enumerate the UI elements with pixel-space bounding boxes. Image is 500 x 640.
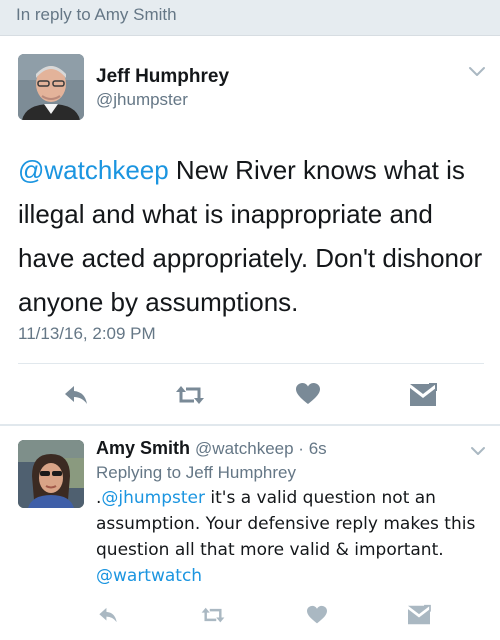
author-handle[interactable]: @jhumpster xyxy=(96,90,188,110)
tweet-text: @watchkeep New River knows what is illeg… xyxy=(18,148,488,324)
author-name[interactable]: Jeff Humphrey xyxy=(96,66,229,88)
reply-arrow-icon[interactable] xyxy=(97,605,119,625)
heart-icon[interactable] xyxy=(306,605,328,625)
mention-link[interactable]: @jhumpster xyxy=(101,488,205,508)
reply-context-banner[interactable]: In reply to Amy Smith xyxy=(0,0,500,36)
mention-link[interactable]: @watchkeep xyxy=(18,155,169,185)
tweet-time: 6s xyxy=(308,439,327,458)
envelope-icon[interactable] xyxy=(409,382,437,408)
reply-arrow-icon[interactable] xyxy=(62,383,90,407)
envelope-icon[interactable] xyxy=(407,604,431,626)
avatar[interactable] xyxy=(18,54,84,120)
dot-separator: · xyxy=(293,439,309,458)
tweet-timestamp: 11/13/16, 2:09 PM xyxy=(18,324,156,343)
retweet-icon[interactable] xyxy=(200,605,226,625)
heart-icon[interactable] xyxy=(295,382,321,406)
reply-text: .@jhumpster it's a valid question not an… xyxy=(96,485,488,589)
mention-link[interactable]: @wartwatch xyxy=(96,566,202,586)
author-name[interactable]: Amy Smith xyxy=(96,438,190,458)
tweet-actions xyxy=(0,602,500,628)
author-handle[interactable]: @watchkeep xyxy=(195,439,294,458)
replying-to-label[interactable]: Replying to Jeff Humphrey xyxy=(96,463,296,483)
main-tweet: Jeff Humphrey @jhumpster @watchkeep New … xyxy=(0,36,500,424)
reply-context-text: In reply to Amy Smith xyxy=(16,5,177,24)
reply-tweet[interactable]: Amy Smith @watchkeep · 6s Replying to Je… xyxy=(0,426,500,640)
chevron-down-icon[interactable] xyxy=(470,446,486,457)
avatar-photo xyxy=(18,440,84,508)
reply-header: Amy Smith @watchkeep · 6s xyxy=(96,438,327,459)
retweet-icon[interactable] xyxy=(174,383,206,407)
avatar[interactable] xyxy=(18,440,84,508)
divider xyxy=(18,363,484,364)
tweet-actions xyxy=(0,379,500,413)
chevron-down-icon[interactable] xyxy=(468,66,486,78)
avatar-photo xyxy=(18,54,84,120)
